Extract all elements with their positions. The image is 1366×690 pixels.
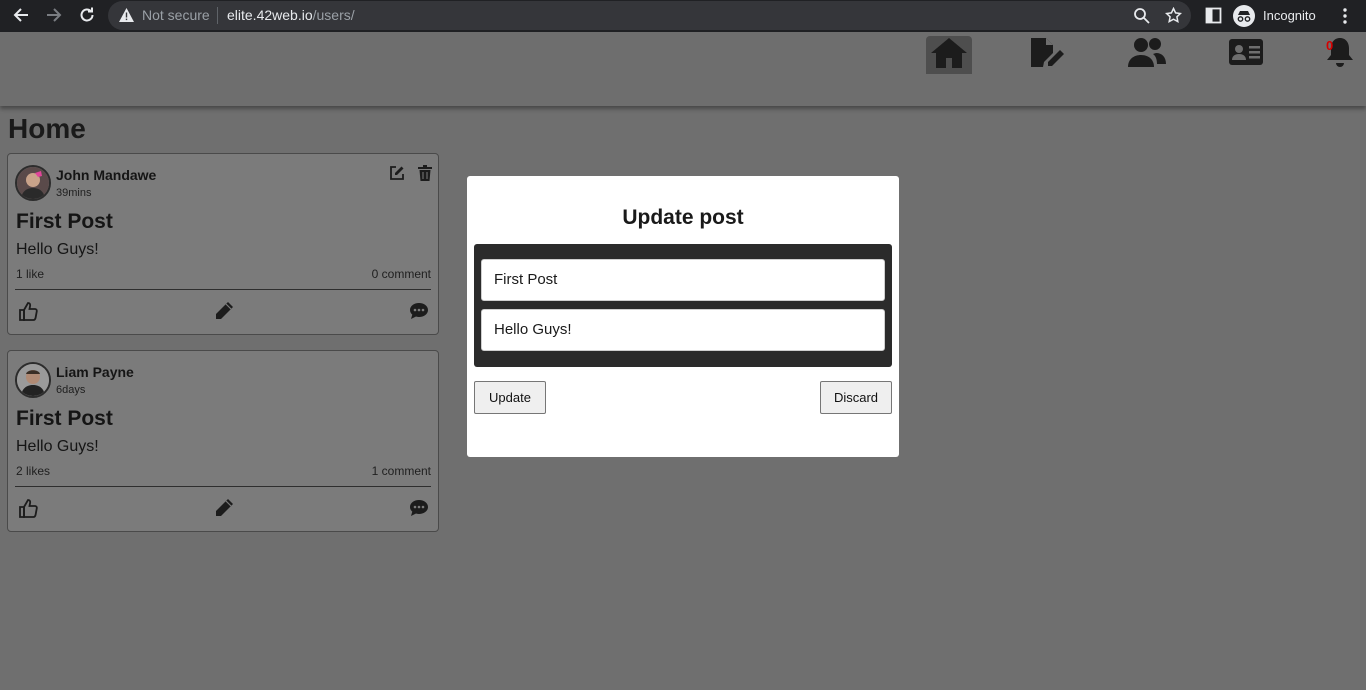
profile-card-icon: [1228, 38, 1264, 70]
notification-badge: 0: [1326, 38, 1334, 53]
incognito-profile[interactable]: Incognito: [1233, 3, 1316, 28]
edit-post-icon: [1030, 36, 1066, 72]
likes-count[interactable]: 2 likes: [16, 464, 50, 478]
home-icon: [929, 36, 969, 74]
post-card: John Mandawe 39mins First Post Hello Guy…: [7, 153, 439, 335]
like-icon[interactable]: [17, 497, 39, 519]
pencil-icon[interactable]: [213, 300, 235, 322]
nav-home[interactable]: [926, 36, 972, 74]
warning-icon: [118, 7, 135, 27]
post-title-input[interactable]: First Post: [481, 259, 885, 301]
url-path: /users/: [312, 7, 355, 23]
card-divider: [15, 289, 431, 290]
likes-count[interactable]: 1 like: [16, 267, 44, 281]
side-panel-icon[interactable]: [1205, 7, 1222, 28]
post-title: First Post: [16, 407, 113, 430]
like-icon[interactable]: [17, 300, 39, 322]
avatar[interactable]: [15, 362, 51, 398]
incognito-icon: [1233, 4, 1255, 27]
update-button[interactable]: Update: [474, 381, 546, 414]
back-icon[interactable]: [9, 3, 33, 27]
post-time: 39mins: [56, 187, 92, 199]
post-body: Hello Guys!: [16, 241, 99, 258]
edit-icon[interactable]: [388, 164, 406, 182]
forward-icon[interactable]: [42, 3, 66, 27]
url-host: elite.42web.io: [227, 7, 313, 23]
comments-count[interactable]: 1 comment: [372, 464, 431, 478]
post-time: 6days: [56, 384, 86, 396]
browser-menu-icon[interactable]: [1338, 7, 1352, 29]
update-post-modal: Update post First Post Hello Guys! Updat…: [467, 176, 899, 457]
security-label: Not secure: [142, 7, 210, 23]
comments-count[interactable]: 0 comment: [372, 267, 431, 281]
url-text[interactable]: elite.42web.io/users/: [227, 7, 355, 23]
comment-icon[interactable]: [408, 300, 430, 322]
nav-new-post[interactable]: [1030, 36, 1066, 72]
page-title: Home: [8, 113, 86, 144]
card-divider: [15, 486, 431, 487]
discard-button[interactable]: Discard: [820, 381, 892, 414]
address-separator: [217, 7, 218, 24]
address-bar[interactable]: Not secure elite.42web.io/users/: [108, 1, 1191, 30]
post-body: Hello Guys!: [16, 438, 99, 455]
pencil-icon[interactable]: [213, 497, 235, 519]
zoom-icon[interactable]: [1133, 7, 1150, 28]
nav-users[interactable]: [1127, 36, 1167, 72]
post-card: Liam Payne 6days First Post Hello Guys! …: [7, 350, 439, 532]
browser-toolbar: Not secure elite.42web.io/users/ Incogni…: [0, 0, 1366, 32]
post-author[interactable]: John Mandawe: [56, 167, 156, 183]
nav-profile[interactable]: [1228, 36, 1264, 72]
bookmark-star-icon[interactable]: [1164, 6, 1183, 28]
reload-icon[interactable]: [75, 3, 99, 27]
incognito-label: Incognito: [1263, 8, 1316, 23]
comment-icon[interactable]: [408, 497, 430, 519]
modal-title: Update post: [622, 206, 744, 229]
avatar[interactable]: [15, 165, 51, 201]
trash-icon[interactable]: [416, 164, 434, 182]
post-author[interactable]: Liam Payne: [56, 364, 134, 380]
post-body-input[interactable]: Hello Guys!: [481, 309, 885, 351]
update-post-form: First Post Hello Guys!: [474, 244, 892, 367]
post-title: First Post: [16, 210, 113, 233]
users-icon: [1127, 36, 1167, 72]
